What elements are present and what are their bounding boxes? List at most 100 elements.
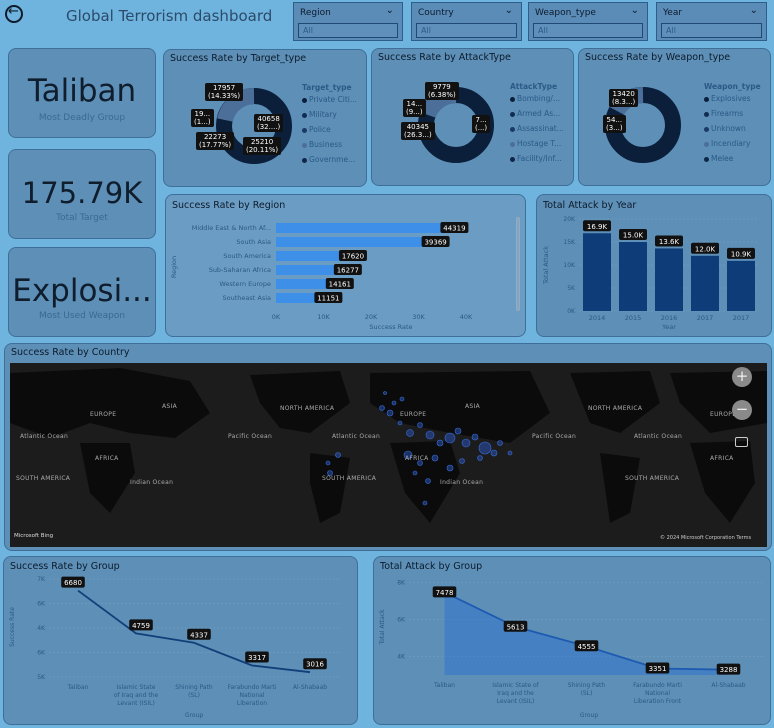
- map-label: Indian Ocean: [440, 479, 484, 486]
- x-tick-label: Liberation Front: [634, 698, 682, 705]
- legend-item[interactable]: Military: [302, 110, 337, 119]
- y-tick-label: 0K: [567, 308, 576, 315]
- group-success-panel[interactable]: Success Rate by Group 5K 6K 4K 6K 7K 6680 Tali…: [3, 556, 358, 725]
- back-button[interactable]: ←: [5, 4, 23, 23]
- map-label: SOUTH AMERICA: [625, 475, 680, 482]
- data-label: 4555: [578, 643, 596, 651]
- y-tick-label: 10K: [563, 262, 576, 269]
- chart-title: Success Rate by Weapon_type: [585, 52, 731, 63]
- x-axis-title: Group: [580, 712, 598, 719]
- data-label: 44319: [443, 225, 465, 233]
- data-label: 7... (...): [472, 115, 491, 133]
- label-pct: (26.3...): [404, 131, 432, 139]
- landmass-africa-left: [80, 443, 135, 513]
- country-slicer[interactable]: Country ⌄ All: [411, 2, 522, 41]
- year-slicer[interactable]: Year ⌄ All: [656, 2, 767, 41]
- legend-item[interactable]: Facility/Inf...: [510, 154, 562, 163]
- bar: [619, 242, 647, 311]
- attack-bubble: [478, 441, 492, 455]
- legend-item[interactable]: Unknown: [704, 124, 746, 133]
- y-axis-title: Total Attack: [542, 246, 550, 285]
- legend-item[interactable]: Business: [302, 140, 342, 149]
- data-label: 3288: [720, 666, 738, 674]
- legend-label: Melee: [711, 154, 734, 163]
- legend-item[interactable]: Melee: [704, 154, 733, 163]
- slicer-dropdown[interactable]: All: [298, 23, 398, 38]
- legend-item[interactable]: Incendiary: [704, 139, 750, 148]
- legend-item[interactable]: Private Citi...: [302, 95, 357, 104]
- data-label: 10.9K: [731, 250, 752, 258]
- data-label: 40345 (26.3...): [401, 122, 435, 140]
- map-label: Atlantic Ocean: [20, 433, 69, 440]
- landmass-asia-left: [10, 368, 210, 438]
- map-label: ASIA: [465, 403, 480, 410]
- data-label: 17620: [342, 253, 364, 261]
- y-axis-title: Region: [170, 256, 178, 278]
- x-axis-title: Year: [661, 323, 676, 331]
- x-tick-label: 20K: [365, 313, 378, 321]
- map-label: Pacific Ocean: [228, 433, 273, 440]
- label-pct: (9...): [406, 108, 423, 116]
- x-tick-label: Al-Shabaab: [293, 684, 327, 691]
- chevron-down-icon: ⌄: [630, 5, 639, 16]
- series-area: [444, 592, 729, 675]
- legend-item[interactable]: Bombing/...: [510, 94, 560, 103]
- attack-bubble: [461, 438, 471, 448]
- attack-bubble: [454, 427, 462, 435]
- map-canvas[interactable]: ASIA EUROPE NORTH AMERICA EUROPE ASIA NO…: [10, 363, 767, 547]
- label-value: 19...: [194, 110, 211, 118]
- selection-icon: [735, 437, 748, 447]
- data-label: 6680: [64, 579, 82, 587]
- weapon-type-slicer[interactable]: Weapon_type ⌄ All: [528, 2, 648, 41]
- kpi-value: 175.79K: [21, 176, 143, 210]
- donut-target-type-panel[interactable]: Success Rate by Target_type 17957 (14.33%…: [163, 49, 367, 187]
- x-tick-label: National: [645, 690, 670, 697]
- y-tick-label: South Asia: [236, 238, 271, 246]
- x-tick-label: Al-Shabaab: [711, 682, 745, 689]
- chart-title: Success Rate by AttackType: [378, 52, 511, 63]
- legend-item[interactable]: Assassinat...: [510, 124, 564, 133]
- data-label: 40658 (32....): [254, 114, 284, 132]
- y-tick-label: Western Europe: [219, 280, 271, 288]
- legend-item[interactable]: Armed As...: [510, 109, 560, 118]
- zoom-in-button[interactable]: +: [732, 367, 752, 387]
- x-tick-label: National: [239, 692, 264, 699]
- attack-bubble: [406, 429, 414, 437]
- data-label: 13.6K: [659, 238, 680, 246]
- region-chart-panel[interactable]: Success Rate by Region Middle East & Nor…: [165, 194, 526, 337]
- slicer-dropdown[interactable]: All: [416, 23, 517, 38]
- label-value: 40345: [406, 123, 429, 131]
- group-attack-panel[interactable]: Total Attack by Group 4K 6K 8K 7478 Taliban 5…: [373, 556, 771, 725]
- data-label: 7478: [436, 589, 454, 597]
- scrollbar[interactable]: [516, 217, 520, 311]
- legend-label: Firearms: [711, 109, 744, 118]
- slicer-dropdown[interactable]: All: [533, 23, 643, 38]
- legend-item[interactable]: Explosives: [704, 94, 751, 103]
- y-tick-label: South America: [223, 252, 271, 260]
- region-slicer[interactable]: Region ⌄ All: [293, 2, 403, 41]
- legend-item[interactable]: Police: [302, 125, 331, 134]
- zoom-out-button[interactable]: −: [732, 400, 752, 420]
- y-tick-label: 7K: [37, 576, 46, 583]
- map-attribution[interactable]: © 2024 Microsoft Corporation Terms: [660, 535, 751, 541]
- select-area-button[interactable]: [732, 435, 752, 453]
- map-label: Pacific Ocean: [532, 433, 577, 440]
- legend-item[interactable]: Firearms: [704, 109, 743, 118]
- legend-label: Governme...: [309, 155, 356, 164]
- attack-bubble: [444, 432, 456, 444]
- donut-attack-type-panel[interactable]: Success Rate by AttackType 9779 (6.38%) 1…: [371, 48, 574, 186]
- x-tick-label: Farabundo Marti: [228, 684, 277, 691]
- slicer-dropdown[interactable]: All: [661, 23, 762, 38]
- map-label: AFRICA: [710, 455, 734, 462]
- legend-item[interactable]: Governme...: [302, 155, 355, 164]
- donut-weapon-type-panel[interactable]: Success Rate by Weapon_type 13420 (8.3...…: [578, 48, 771, 186]
- bar: [276, 279, 330, 289]
- landmass-south-america-right: [600, 453, 640, 523]
- map-label: EUROPE: [400, 411, 427, 418]
- legend-label: Military: [309, 110, 337, 119]
- year-chart-panel[interactable]: Total Attack by Year 0K 5K 10K 15K 20K 16.9K 2…: [536, 194, 772, 337]
- legend-title: AttackType: [510, 82, 558, 91]
- map-panel[interactable]: Success Rate by Country ASIA EUROPE NORT…: [4, 343, 772, 551]
- y-tick-label: 4K: [397, 654, 406, 661]
- legend-item[interactable]: Hostage T...: [510, 139, 561, 148]
